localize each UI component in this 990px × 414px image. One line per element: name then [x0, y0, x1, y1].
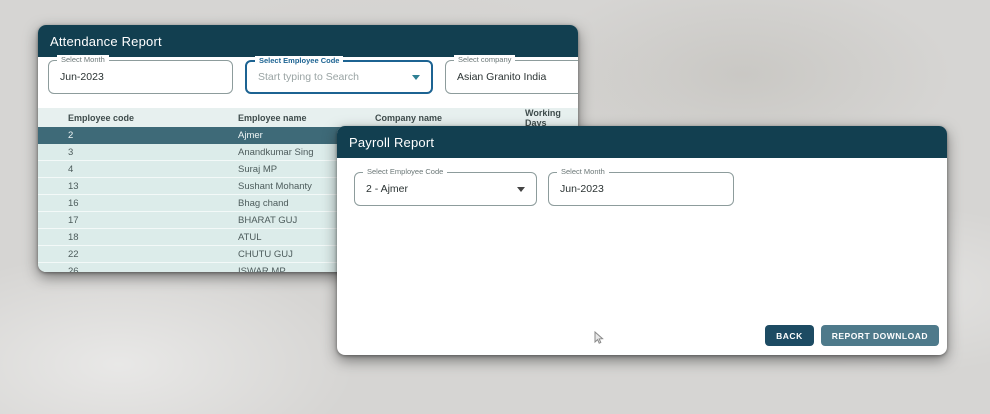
- select-month-label: Select Month: [57, 55, 109, 64]
- dropdown-arrow-icon[interactable]: [517, 187, 525, 192]
- select-month-label: Select Month: [557, 167, 609, 176]
- attendance-table-header: Employee code Employee name Company name…: [38, 108, 578, 127]
- select-month-value: Jun-2023: [560, 183, 604, 195]
- payroll-select-employee-code-field[interactable]: Select Employee Code 2 - Ajmer: [354, 172, 537, 206]
- payroll-select-month-field[interactable]: Select Month Jun-2023: [548, 172, 734, 206]
- cell-code: 4: [38, 164, 238, 175]
- select-company-label: Select company: [454, 55, 515, 64]
- cell-code: 26: [38, 266, 238, 273]
- attendance-window-titlebar: Attendance Report: [38, 25, 578, 57]
- attendance-select-company-field[interactable]: Select company Asian Granito India: [445, 60, 578, 94]
- select-employee-code-label: Select Employee Code: [255, 56, 343, 65]
- attendance-select-month-field[interactable]: Select Month Jun-2023: [48, 60, 233, 94]
- report-download-button[interactable]: REPORT DOWNLOAD: [821, 325, 939, 346]
- cell-code: 17: [38, 215, 238, 226]
- cell-code: 3: [38, 147, 238, 158]
- select-employee-code-label: Select Employee Code: [363, 167, 447, 176]
- payroll-window-title: Payroll Report: [349, 135, 434, 150]
- cell-code: 16: [38, 198, 238, 209]
- dropdown-arrow-icon[interactable]: [412, 75, 420, 80]
- back-button[interactable]: BACK: [765, 325, 814, 346]
- employee-code-value: 2 - Ajmer: [366, 183, 408, 195]
- cell-code: 13: [38, 181, 238, 192]
- payroll-window-titlebar: Payroll Report: [337, 126, 947, 158]
- col-company-name: Company name: [375, 113, 525, 123]
- col-employee-name: Employee name: [238, 113, 375, 123]
- employee-code-placeholder: Start typing to Search: [258, 71, 359, 83]
- desktop: Attendance Report Select Month Jun-2023 …: [0, 0, 990, 414]
- cell-code: 18: [38, 232, 238, 243]
- cell-code: 22: [38, 249, 238, 260]
- payroll-actions: BACK REPORT DOWNLOAD: [765, 325, 939, 346]
- select-company-value: Asian Granito India: [457, 71, 546, 83]
- col-working-days: Working Days: [525, 108, 578, 128]
- mouse-cursor-icon: [594, 331, 604, 350]
- attendance-window-title: Attendance Report: [50, 34, 162, 49]
- select-month-value: Jun-2023: [60, 71, 104, 83]
- attendance-select-employee-code-field[interactable]: Select Employee Code Start typing to Sea…: [245, 60, 433, 94]
- col-employee-code: Employee code: [38, 113, 238, 123]
- payroll-report-window: Payroll Report Select Employee Code 2 - …: [337, 126, 947, 355]
- cell-code: 2: [38, 130, 238, 141]
